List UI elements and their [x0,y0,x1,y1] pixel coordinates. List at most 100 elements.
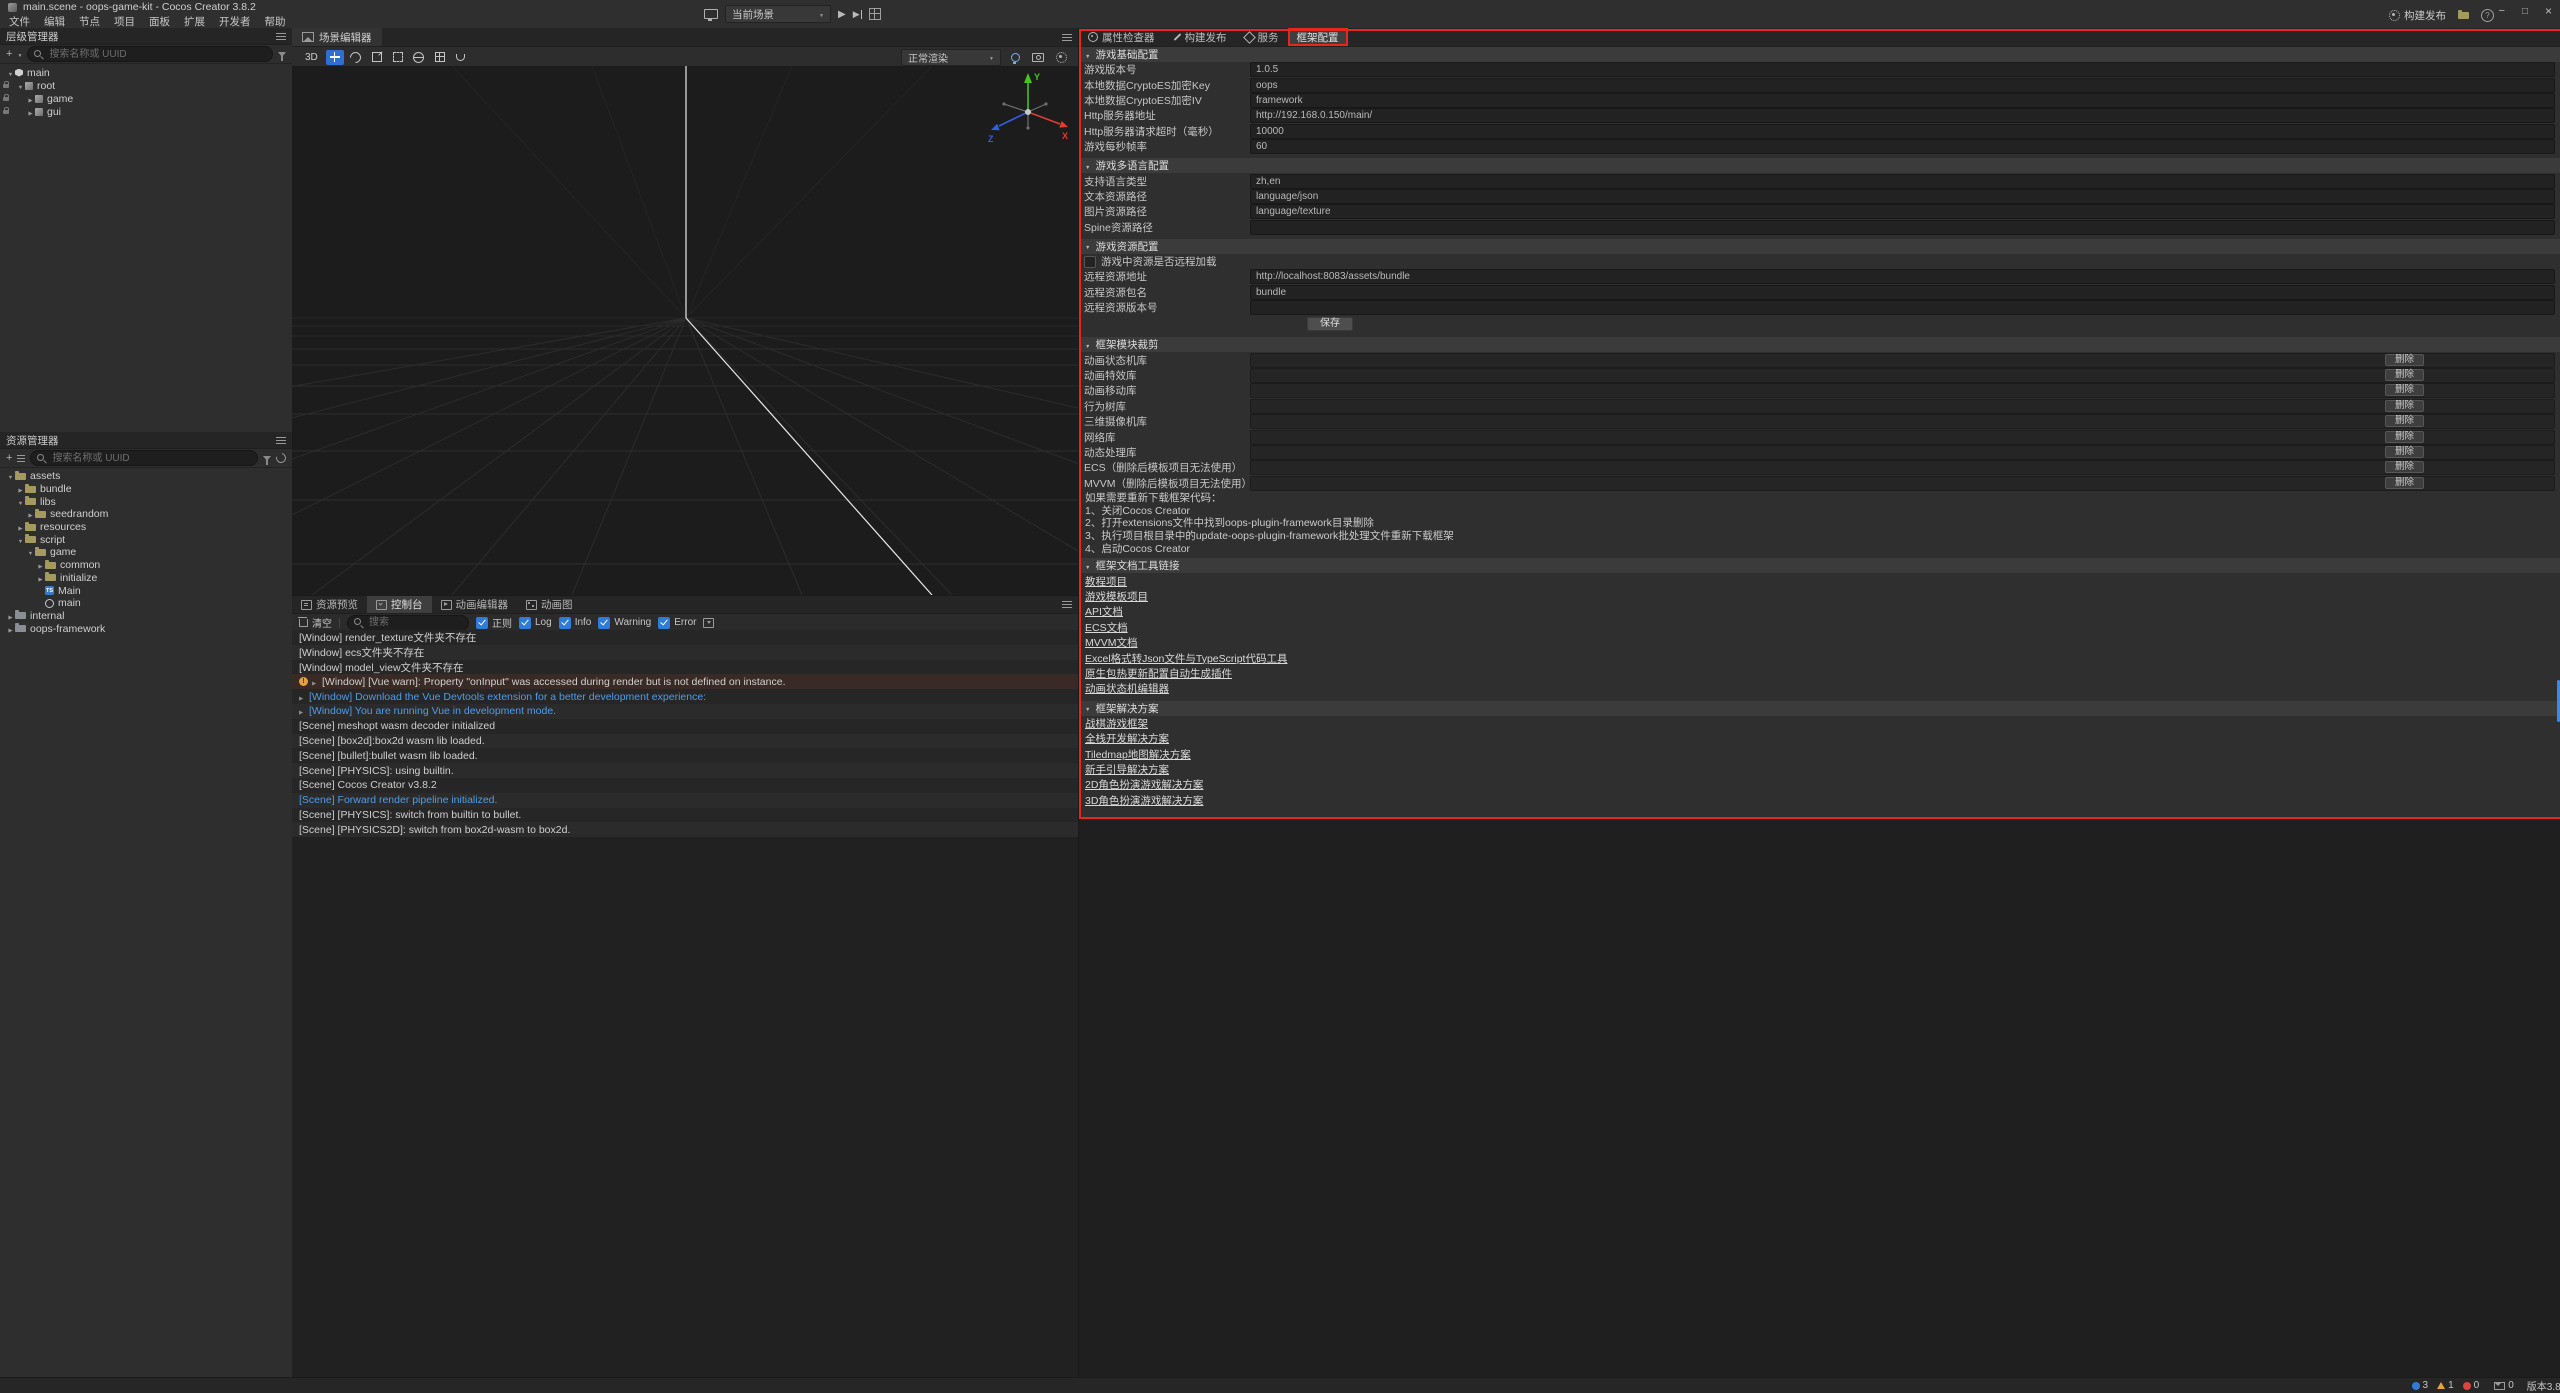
pivot-tool-button[interactable] [410,50,428,65]
error-count-badge[interactable]: 0 [2463,1380,2480,1391]
expand-arrow-icon[interactable] [16,534,25,546]
hierarchy-search[interactable] [27,46,273,62]
export-log-icon[interactable] [703,618,714,628]
tree-node-main[interactable]: main [0,66,292,79]
filter-error-checkbox[interactable]: Error [658,617,696,629]
tab-animation-editor[interactable]: 动画编辑器 [432,596,518,613]
asset-bundle[interactable]: bundle [0,483,292,496]
scene-settings-button[interactable] [1052,50,1070,65]
clear-console-button[interactable]: 清空 [299,615,332,630]
info-count-badge[interactable]: 3 [2412,1380,2429,1391]
filter-log-checkbox[interactable]: Log [519,617,552,629]
scale-tool-button[interactable] [368,50,386,65]
section-doc-links[interactable]: 框架文档工具链接 [1079,558,2560,573]
expand-arrow-icon[interactable] [26,546,35,558]
assets-search[interactable] [30,450,258,466]
asset-main-ts[interactable]: TS Main [0,584,292,597]
delete-button[interactable]: 删除 [2385,431,2424,443]
log-row[interactable]: [Window] model_view文件夹不存在 [292,660,1078,675]
message-count-badge[interactable]: 0 [2494,1380,2514,1391]
solution-link[interactable]: 战棋游戏框架 [1085,716,1148,731]
scene-viewport[interactable]: Y X Z [292,66,1078,595]
help-icon[interactable] [2481,9,2494,22]
doc-link[interactable]: API文档 [1085,604,1123,619]
refresh-icon[interactable] [274,451,288,465]
add-node-button[interactable] [6,48,12,60]
solution-link[interactable]: 2D角色扮演游戏解决方案 [1085,777,1203,792]
asset-game[interactable]: game [0,546,292,559]
log-row[interactable]: [Scene] [PHYSICS]: switch from builtin t… [292,808,1078,823]
texture-path-input[interactable] [1250,204,2555,219]
delete-button[interactable]: 删除 [2385,400,2424,412]
section-game-res[interactable]: 游戏资源配置 [1079,239,2560,254]
tab-asset-preview[interactable]: 资源预览 [292,596,367,613]
move-tool-button[interactable] [326,50,344,65]
tab-service[interactable]: 服务 [1236,28,1288,46]
sort-icon[interactable] [17,455,25,462]
game-version-input[interactable] [1250,62,2555,77]
log-row[interactable]: [Scene] [bullet]:bullet wasm lib loaded. [292,748,1078,763]
doc-link[interactable]: ECS文档 [1085,620,1128,635]
section-game-basic[interactable]: 游戏基础配置 [1079,47,2560,62]
spine-path-input[interactable] [1250,220,2555,235]
checkbox-icon[interactable] [476,617,488,629]
axis-gizmo[interactable]: Y X Z [978,66,1078,151]
solution-link[interactable]: 新手引导解决方案 [1085,762,1169,777]
delete-button[interactable]: 删除 [2385,461,2424,473]
checkbox-icon[interactable] [559,617,571,629]
asset-libs[interactable]: libs [0,495,292,508]
filter-icon[interactable] [278,52,286,57]
magnet-tool-button[interactable] [452,50,470,65]
console-search[interactable] [347,615,469,631]
log-row[interactable]: [Scene] [box2d]:box2d wasm lib loaded. [292,734,1078,749]
asset-internal[interactable]: internal [0,610,292,623]
snap-tool-button[interactable] [431,50,449,65]
filter-warning-checkbox[interactable]: Warning [598,617,651,629]
solution-link[interactable]: 3D角色扮演游戏解决方案 [1085,793,1203,808]
menu-panel[interactable]: 面板 [142,14,177,29]
delete-button[interactable]: 删除 [2385,384,2424,396]
checkbox-icon[interactable] [658,617,670,629]
expand-arrow-icon[interactable] [26,106,35,118]
device-preview-icon[interactable] [704,9,718,19]
crypto-key-input[interactable] [1250,78,2555,93]
lock-icon[interactable] [3,97,9,101]
rotate-tool-button[interactable] [347,50,365,65]
expand-arrow-icon[interactable] [36,572,45,584]
save-button[interactable]: 保存 [1307,317,1353,331]
console-log-list[interactable]: [Window] render_texture文件夹不存在 [Window] e… [292,630,1078,1378]
tree-node-root[interactable]: root [0,79,292,92]
hierarchy-search-input[interactable] [47,48,266,61]
asset-seedrandom[interactable]: seedrandom [0,508,292,521]
log-row-warning[interactable]: [Window] [Vue warn]: Property "onInput" … [292,674,1078,689]
asset-oops-framework[interactable]: oops-framework [0,622,292,635]
expand-arrow-icon[interactable] [6,470,15,482]
maximize-button[interactable] [2522,5,2528,17]
tab-scene-editor[interactable]: 场景编辑器 [292,28,382,46]
panel-menu-icon[interactable] [1062,34,1072,41]
console-search-input[interactable] [367,616,462,629]
asset-assets[interactable]: assets [0,470,292,483]
tab-property-inspector[interactable]: 属性检查器 [1079,28,1164,46]
warning-count-badge[interactable]: 1 [2437,1380,2454,1391]
filter-info-checkbox[interactable]: Info [559,617,592,629]
add-asset-button[interactable] [6,452,12,464]
tree-node-game[interactable]: game [0,92,292,105]
assets-search-input[interactable] [50,452,251,465]
asset-main-scene[interactable]: main [0,597,292,610]
panel-menu-icon[interactable] [276,33,286,40]
filter-icon[interactable] [263,456,271,461]
fps-input[interactable] [1250,139,2555,154]
log-row-info[interactable]: [Scene] Forward render pipeline initiali… [292,793,1078,808]
crypto-iv-input[interactable] [1250,93,2555,108]
expand-arrow-icon[interactable] [299,705,309,717]
text-path-input[interactable] [1250,189,2555,204]
log-row[interactable]: [Scene] [PHYSICS2D]: switch from box2d-w… [292,822,1078,837]
menu-help[interactable]: 帮助 [258,14,293,29]
layout-grid-icon[interactable] [869,8,881,20]
build-publish-button[interactable]: 构建发布 [2389,8,2446,23]
menu-developer[interactable]: 开发者 [212,14,258,29]
remote-version-input[interactable] [1250,300,2555,315]
expand-arrow-icon[interactable] [26,93,35,105]
doc-link[interactable]: MVVM文档 [1085,635,1138,650]
